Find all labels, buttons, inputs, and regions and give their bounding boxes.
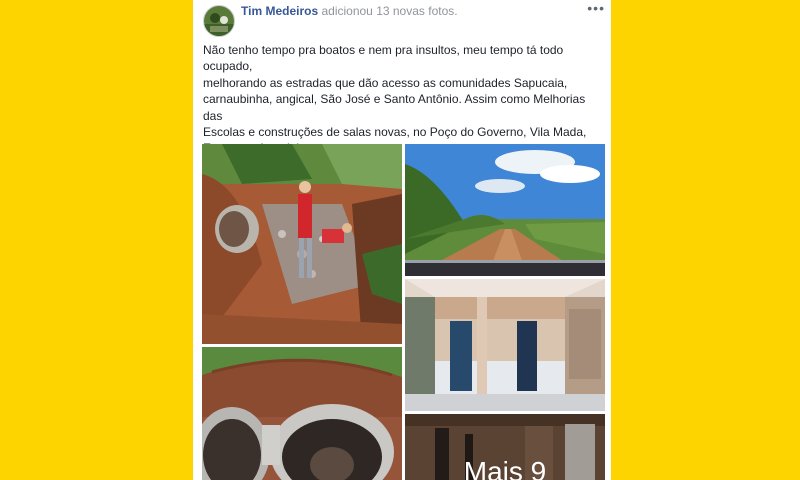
- more-photos-label[interactable]: Mais 9: [464, 456, 546, 480]
- post-action: adicionou 13 novas fotos.: [321, 4, 458, 18]
- post-text-line: Escolas e construções de salas novas, no…: [203, 125, 587, 140]
- more-photos-overlay[interactable]: Mais 9: [405, 414, 605, 480]
- photo-more-overlay[interactable]: Mais 9: [405, 414, 605, 480]
- avatar[interactable]: [203, 5, 235, 37]
- post-text-line: carnaubinha, angical, São José e Santo A…: [203, 92, 586, 123]
- photo-road-works[interactable]: [202, 144, 402, 344]
- post-text-line: Não tenho tempo pra boatos e nem pra ins…: [203, 43, 564, 74]
- author-name[interactable]: Tim Medeiros: [241, 4, 318, 18]
- photo-school-building[interactable]: [405, 279, 605, 411]
- post-card: Tim Medeiros adicionou 13 novas fotos. •…: [193, 0, 611, 480]
- post-text-line: melhorando as estradas que dão acesso as…: [203, 75, 568, 90]
- post-header: Tim Medeiros adicionou 13 novas fotos.: [241, 4, 458, 18]
- ellipsis-icon[interactable]: •••: [587, 0, 605, 16]
- photo-dirt-road[interactable]: [405, 144, 605, 276]
- photo-culvert-pipes[interactable]: [202, 347, 402, 480]
